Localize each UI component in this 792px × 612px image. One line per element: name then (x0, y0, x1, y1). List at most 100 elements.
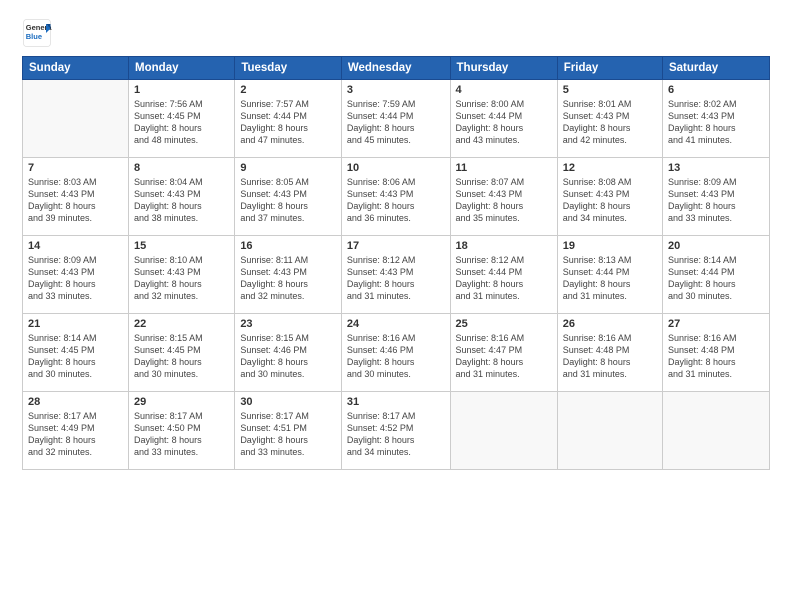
day-info: Sunrise: 7:56 AM Sunset: 4:45 PM Dayligh… (134, 98, 229, 147)
calendar-cell: 7 Sunrise: 8:03 AM Sunset: 4:43 PM Daylig… (23, 158, 129, 236)
calendar-cell: 18 Sunrise: 8:12 AM Sunset: 4:44 PM Dayli… (450, 236, 557, 314)
weekday-header-thursday: Thursday (450, 57, 557, 80)
day-number: 20 (668, 240, 764, 252)
calendar-week-row: 14 Sunrise: 8:09 AM Sunset: 4:43 PM Dayli… (23, 236, 770, 314)
day-info: Sunrise: 8:04 AM Sunset: 4:43 PM Dayligh… (134, 176, 229, 225)
calendar-cell: 20 Sunrise: 8:14 AM Sunset: 4:44 PM Dayli… (662, 236, 769, 314)
day-number: 12 (563, 162, 657, 174)
calendar-cell: 5 Sunrise: 8:01 AM Sunset: 4:43 PM Daylig… (557, 80, 662, 158)
day-info: Sunrise: 8:01 AM Sunset: 4:43 PM Dayligh… (563, 98, 657, 147)
day-info: Sunrise: 8:02 AM Sunset: 4:43 PM Dayligh… (668, 98, 764, 147)
day-info: Sunrise: 8:17 AM Sunset: 4:50 PM Dayligh… (134, 410, 229, 459)
day-info: Sunrise: 8:14 AM Sunset: 4:44 PM Dayligh… (668, 254, 764, 303)
day-number: 5 (563, 84, 657, 96)
day-number: 21 (28, 318, 123, 330)
day-number: 30 (240, 396, 336, 408)
calendar-cell: 4 Sunrise: 8:00 AM Sunset: 4:44 PM Daylig… (450, 80, 557, 158)
calendar-cell: 24 Sunrise: 8:16 AM Sunset: 4:46 PM Dayli… (341, 314, 450, 392)
calendar-cell: 22Sunrise: 8:15 AM Sunset: 4:45 PM Dayli… (129, 314, 235, 392)
day-number: 15 (134, 240, 229, 252)
calendar-cell (450, 392, 557, 470)
day-number: 23 (240, 318, 336, 330)
day-info: Sunrise: 8:17 AM Sunset: 4:51 PM Dayligh… (240, 410, 336, 459)
calendar-cell: 29 Sunrise: 8:17 AM Sunset: 4:50 PM Dayli… (129, 392, 235, 470)
calendar-cell: 21Sunrise: 8:14 AM Sunset: 4:45 PM Dayli… (23, 314, 129, 392)
day-number: 22 (134, 318, 229, 330)
day-info: Sunrise: 7:57 AM Sunset: 4:44 PM Dayligh… (240, 98, 336, 147)
calendar-cell: 6 Sunrise: 8:02 AM Sunset: 4:43 PM Daylig… (662, 80, 769, 158)
day-number: 8 (134, 162, 229, 174)
day-number: 19 (563, 240, 657, 252)
day-info: Sunrise: 8:16 AM Sunset: 4:46 PM Dayligh… (347, 332, 445, 381)
weekday-header-saturday: Saturday (662, 57, 769, 80)
day-number: 18 (456, 240, 552, 252)
day-number: 10 (347, 162, 445, 174)
day-info: Sunrise: 8:00 AM Sunset: 4:44 PM Dayligh… (456, 98, 552, 147)
calendar-cell (23, 80, 129, 158)
day-number: 16 (240, 240, 336, 252)
day-number: 4 (456, 84, 552, 96)
weekday-header-wednesday: Wednesday (341, 57, 450, 80)
weekday-header-monday: Monday (129, 57, 235, 80)
calendar-cell: 2 Sunrise: 7:57 AM Sunset: 4:44 PM Daylig… (235, 80, 342, 158)
calendar-cell: 1Sunrise: 7:56 AM Sunset: 4:45 PM Daylig… (129, 80, 235, 158)
calendar-cell: 13 Sunrise: 8:09 AM Sunset: 4:43 PM Dayli… (662, 158, 769, 236)
day-number: 27 (668, 318, 764, 330)
day-info: Sunrise: 8:09 AM Sunset: 4:43 PM Dayligh… (28, 254, 123, 303)
logo: General Blue (22, 18, 52, 48)
calendar-cell: 8 Sunrise: 8:04 AM Sunset: 4:43 PM Daylig… (129, 158, 235, 236)
day-info: Sunrise: 8:11 AM Sunset: 4:43 PM Dayligh… (240, 254, 336, 303)
day-number: 14 (28, 240, 123, 252)
day-info: Sunrise: 8:03 AM Sunset: 4:43 PM Dayligh… (28, 176, 123, 225)
day-number: 9 (240, 162, 336, 174)
calendar-cell: 17 Sunrise: 8:12 AM Sunset: 4:43 PM Dayli… (341, 236, 450, 314)
day-number: 26 (563, 318, 657, 330)
day-info: Sunrise: 8:13 AM Sunset: 4:44 PM Dayligh… (563, 254, 657, 303)
calendar-week-row: 1Sunrise: 7:56 AM Sunset: 4:45 PM Daylig… (23, 80, 770, 158)
day-info: Sunrise: 8:16 AM Sunset: 4:48 PM Dayligh… (563, 332, 657, 381)
day-info: Sunrise: 8:12 AM Sunset: 4:44 PM Dayligh… (456, 254, 552, 303)
day-info: Sunrise: 8:08 AM Sunset: 4:43 PM Dayligh… (563, 176, 657, 225)
calendar-cell (557, 392, 662, 470)
day-info: Sunrise: 8:12 AM Sunset: 4:43 PM Dayligh… (347, 254, 445, 303)
calendar-cell: 27Sunrise: 8:16 AM Sunset: 4:48 PM Dayli… (662, 314, 769, 392)
weekday-header-friday: Friday (557, 57, 662, 80)
day-info: Sunrise: 8:17 AM Sunset: 4:49 PM Dayligh… (28, 410, 123, 459)
day-number: 13 (668, 162, 764, 174)
calendar-week-row: 7 Sunrise: 8:03 AM Sunset: 4:43 PM Daylig… (23, 158, 770, 236)
calendar-cell: 14 Sunrise: 8:09 AM Sunset: 4:43 PM Dayli… (23, 236, 129, 314)
calendar-cell: 28 Sunrise: 8:17 AM Sunset: 4:49 PM Dayli… (23, 392, 129, 470)
calendar-cell: 23Sunrise: 8:15 AM Sunset: 4:46 PM Dayli… (235, 314, 342, 392)
day-number: 17 (347, 240, 445, 252)
calendar-table: SundayMondayTuesdayWednesdayThursdayFrid… (22, 56, 770, 470)
calendar-week-row: 28 Sunrise: 8:17 AM Sunset: 4:49 PM Dayli… (23, 392, 770, 470)
day-number: 31 (347, 396, 445, 408)
page-header: General Blue (22, 18, 770, 48)
day-number: 11 (456, 162, 552, 174)
calendar-cell: 25Sunrise: 8:16 AM Sunset: 4:47 PM Dayli… (450, 314, 557, 392)
weekday-header-row: SundayMondayTuesdayWednesdayThursdayFrid… (23, 57, 770, 80)
calendar-cell: 30 Sunrise: 8:17 AM Sunset: 4:51 PM Dayli… (235, 392, 342, 470)
calendar-cell: 11Sunrise: 8:07 AM Sunset: 4:43 PM Dayli… (450, 158, 557, 236)
weekday-header-sunday: Sunday (23, 57, 129, 80)
day-info: Sunrise: 8:09 AM Sunset: 4:43 PM Dayligh… (668, 176, 764, 225)
calendar-cell: 3Sunrise: 7:59 AM Sunset: 4:44 PM Daylig… (341, 80, 450, 158)
calendar-cell: 19 Sunrise: 8:13 AM Sunset: 4:44 PM Dayli… (557, 236, 662, 314)
day-number: 6 (668, 84, 764, 96)
day-number: 24 (347, 318, 445, 330)
calendar-cell: 31 Sunrise: 8:17 AM Sunset: 4:52 PM Dayli… (341, 392, 450, 470)
calendar-cell: 16 Sunrise: 8:11 AM Sunset: 4:43 PM Dayli… (235, 236, 342, 314)
day-number: 25 (456, 318, 552, 330)
day-number: 2 (240, 84, 336, 96)
day-number: 29 (134, 396, 229, 408)
logo-icon: General Blue (22, 18, 52, 48)
svg-text:Blue: Blue (26, 32, 42, 41)
day-number: 3 (347, 84, 445, 96)
calendar-week-row: 21Sunrise: 8:14 AM Sunset: 4:45 PM Dayli… (23, 314, 770, 392)
day-number: 7 (28, 162, 123, 174)
day-info: Sunrise: 8:17 AM Sunset: 4:52 PM Dayligh… (347, 410, 445, 459)
weekday-header-tuesday: Tuesday (235, 57, 342, 80)
day-info: Sunrise: 8:10 AM Sunset: 4:43 PM Dayligh… (134, 254, 229, 303)
calendar-cell: 15 Sunrise: 8:10 AM Sunset: 4:43 PM Dayli… (129, 236, 235, 314)
day-number: 28 (28, 396, 123, 408)
